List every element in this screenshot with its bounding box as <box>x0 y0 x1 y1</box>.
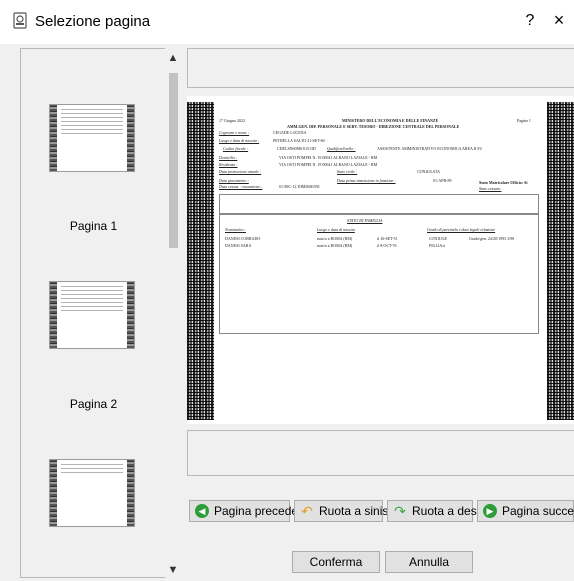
close-button[interactable]: × <box>549 10 569 31</box>
field-label: Cognome e nome : <box>219 130 250 135</box>
document-content: 17 Giugno 2022 MINISTERO DELL'ECONOMIA E… <box>217 102 543 420</box>
field-value: CDELSN60M61G513D <box>277 146 316 151</box>
cancel-button[interactable]: Annulla <box>385 551 473 573</box>
barcode-strip-left <box>187 102 214 420</box>
confirm-label: Conferma <box>309 555 363 569</box>
confirm-button[interactable]: Conferma <box>292 551 380 573</box>
field-label: Domicilio : <box>219 155 238 160</box>
field-value: ASSISTENTE AMMINISTRATIVO ECONOMICA AREA… <box>377 146 482 151</box>
family-cell: il 8-OCT-76 <box>377 243 397 248</box>
family-title: STATO DI FAMIGLIA <box>347 218 383 223</box>
field-label: Data promozione attuale : <box>219 169 262 174</box>
scroll-up-icon[interactable]: ▲ <box>165 52 181 64</box>
page-preview: 17 Giugno 2022 MINISTERO DELL'ECONOMIA E… <box>187 96 574 424</box>
thumbnail-label-1: Pagina 1 <box>69 219 118 233</box>
field-value: VIA OSTI POMPEI N. 19 00041 ALBANO LAZIA… <box>279 155 378 160</box>
field-value: 01-APR-89 <box>433 178 452 183</box>
field-value: CONIUGATA <box>417 169 441 174</box>
field-label: Codice fiscale : <box>223 146 249 151</box>
family-cell: FIGLIA/a <box>429 243 445 248</box>
field-value: CEGADE LOCENA <box>273 130 307 135</box>
page-select-icon <box>13 12 27 29</box>
family-cell: DANESI CORRADO <box>225 236 261 241</box>
page-thumbnail-1[interactable] <box>49 104 135 172</box>
field-value: Stato cessato: <box>479 186 502 191</box>
doc-page-ref: Pagina 1 <box>517 118 531 123</box>
rotate-right-button[interactable]: ↷ Ruota a destra <box>387 500 491 522</box>
arrow-right-icon: ▶ <box>483 504 497 518</box>
thumbnail-label-2: Pagina 2 <box>69 397 118 411</box>
next-page-button[interactable]: ▶ Pagina successiva <box>477 500 574 522</box>
field-label: Stato Matricolare Ufficio: Si <box>479 180 528 185</box>
family-cell: CONIUGE <box>429 236 447 241</box>
family-cell: nato/a a ROMA (RM) <box>317 243 353 248</box>
doc-title: MINISTERO DELL'ECONOMIA E DELLE FINANZE <box>342 118 439 123</box>
field-label: Data cessaz. - assunzione : <box>219 184 263 189</box>
next-page-label: Pagina successiva <box>502 504 574 518</box>
family-cell: il 16-SET-51 <box>377 236 398 241</box>
thumbnail-panel: Pagina 1 Pagina 2 <box>20 48 181 578</box>
page-thumbnail-3[interactable] <box>49 459 135 527</box>
page-thumbnail-2[interactable] <box>49 281 135 349</box>
arrow-left-icon: ◀ <box>195 504 209 518</box>
window-title: Selezione pagina <box>35 13 151 30</box>
field-label: Data prima immissione in funzione : <box>337 178 396 183</box>
doc-section-box <box>219 194 539 214</box>
field-label: Luogo e data di nascita : <box>219 138 260 143</box>
field-value: VIA OSTI POMPEI N. 19 00041 ALBANO LAZIA… <box>279 162 378 167</box>
family-table <box>219 214 539 334</box>
thumbnail-scrollbar[interactable]: ▲ ▼ <box>165 48 181 578</box>
rotate-right-icon: ↷ <box>394 503 406 519</box>
preview-footer-area <box>187 430 574 476</box>
title-bar: Selezione pagina ? × <box>0 0 574 44</box>
doc-subtitle: AMM.GEN. DIP. PERSONALE E SERV. TESORO -… <box>287 124 460 129</box>
cancel-label: Annulla <box>408 555 450 569</box>
field-label: Stato civile : <box>337 169 358 174</box>
field-label: Data giuramento : <box>219 178 249 183</box>
rotate-left-icon: ↶ <box>301 503 313 519</box>
rotate-left-button[interactable]: ↶ Ruota a sinistra <box>294 500 402 522</box>
preview-header-area <box>187 48 574 88</box>
scrollbar-thumb[interactable] <box>169 73 178 248</box>
family-cell: Grado/gen. 24/20/1993 3/98 <box>469 236 515 241</box>
field-value: 01-DIC-12 DIMISSIONI <box>279 184 320 189</box>
family-header: Luogo e data di nascita <box>317 227 355 232</box>
family-cell: nato/a a ROMA (RM) <box>317 236 353 241</box>
family-cell: DANESI SARA <box>225 243 252 248</box>
field-label: Qualifica/livello : <box>327 146 356 151</box>
family-header: Nominativo : <box>225 227 246 232</box>
barcode-strip-right <box>547 102 574 420</box>
family-header: Grado di parentela e data legale relazio… <box>427 227 496 232</box>
help-button[interactable]: ? <box>520 12 540 30</box>
scroll-down-icon[interactable]: ▼ <box>165 564 181 576</box>
previous-page-button[interactable]: ◀ Pagina precedente <box>189 500 315 522</box>
doc-date: 17 Giugno 2022 <box>219 118 245 123</box>
field-value: PETRELLA SALTO 21-SET-60 <box>273 138 325 143</box>
field-label: Residenza : <box>219 162 238 167</box>
